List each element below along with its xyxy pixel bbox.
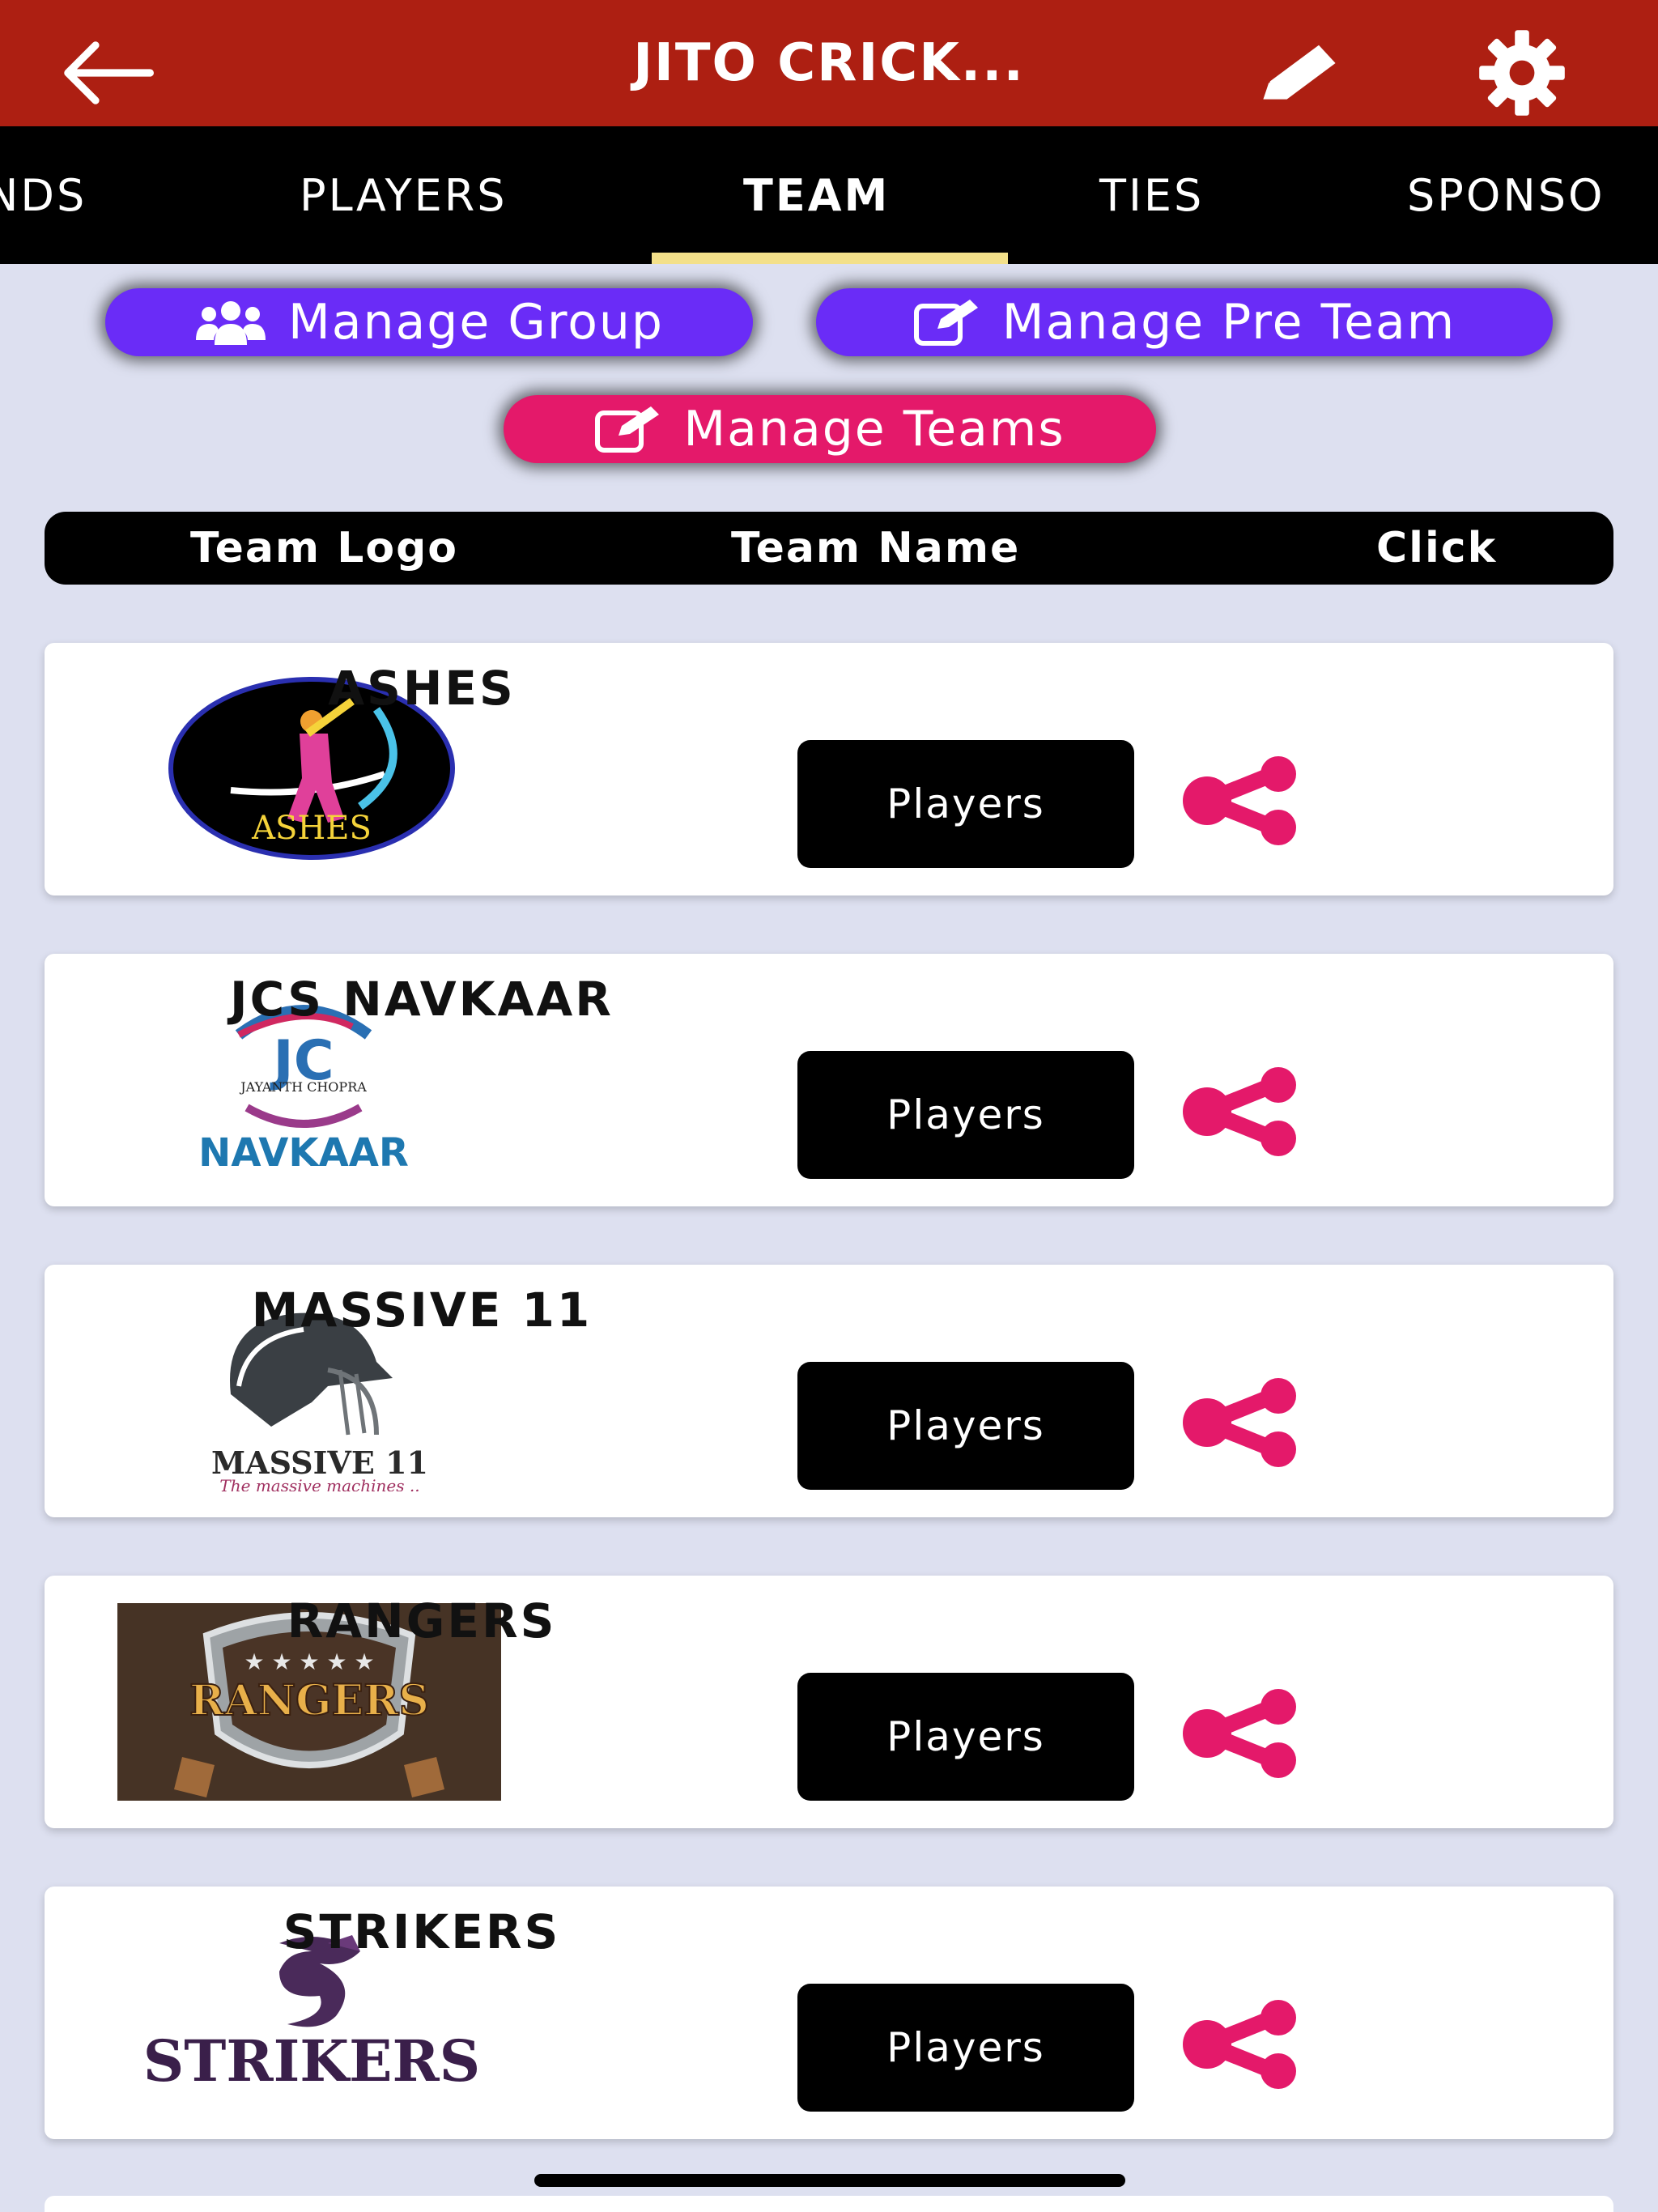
logo-text: ASHES [251, 810, 372, 847]
manage-pre-team-label: Manage Pre Team [1001, 294, 1456, 351]
edit-button[interactable] [1251, 32, 1348, 113]
team-name: ASHES [328, 661, 516, 716]
column-header-click: Click [1376, 524, 1498, 572]
tab-team[interactable]: TEAM [743, 126, 890, 264]
users-icon [195, 301, 266, 345]
team-card: STRIKERS STRIKERS Players [45, 1887, 1613, 2139]
team-name: MASSIVE 11 [251, 1283, 593, 1338]
column-header-logo: Team Logo [190, 524, 459, 572]
share-icon[interactable] [1178, 1378, 1307, 1467]
app-title: JITO CRICK... [633, 33, 1025, 93]
pencil-icon [1263, 45, 1336, 100]
arrow-left-icon [64, 41, 154, 104]
settings-button[interactable] [1473, 30, 1571, 116]
logo-sub: JAYANTH CHOPRA [239, 1079, 367, 1095]
tab-sponsors[interactable]: SPONSO [1407, 126, 1605, 264]
team-name: RANGERS [287, 1593, 557, 1648]
logo-text: NAVKAAR [198, 1130, 409, 1176]
share-icon[interactable] [1178, 1689, 1307, 1778]
team-card: ★ ★ ★ ★ ★ RANGERS RANGERS Players [45, 1576, 1613, 1828]
tab-rounds[interactable]: NDS [0, 126, 87, 264]
team-card: JC JAYANTH CHOPRA NAVKAAR JCS NAVKAAR Pl… [45, 954, 1613, 1206]
share-icon[interactable] [1178, 1067, 1307, 1156]
column-header-name: Team Name [731, 524, 1021, 572]
svg-text:★ ★ ★ ★ ★: ★ ★ ★ ★ ★ [244, 1648, 374, 1675]
edit-square-icon [595, 406, 660, 453]
home-indicator[interactable] [534, 2174, 1125, 2187]
logo-sub: The massive machines .. [219, 1476, 419, 1491]
tab-bar: NDS PLAYERS TEAM TIES SPONSO [0, 126, 1658, 264]
manage-group-button[interactable]: Manage Group [105, 288, 753, 356]
players-button[interactable]: Players [797, 1673, 1134, 1801]
share-icon[interactable] [1178, 756, 1307, 845]
manage-teams-button[interactable]: Manage Teams [504, 395, 1156, 463]
manage-teams-label: Manage Teams [683, 401, 1065, 457]
players-button[interactable]: Players [797, 1051, 1134, 1179]
logo-text: STRIKERS [143, 2027, 480, 2095]
team-card-partial [45, 2196, 1613, 2212]
logo-text: RANGERS [189, 1676, 429, 1725]
team-name: STRIKERS [283, 1904, 561, 1959]
players-button[interactable]: Players [797, 1984, 1134, 2112]
players-button[interactable]: Players [797, 1362, 1134, 1490]
app-header: JITO CRICK... [0, 0, 1658, 126]
active-tab-indicator [652, 253, 1008, 264]
back-button[interactable] [57, 32, 154, 113]
manage-group-label: Manage Group [287, 294, 665, 351]
tab-ties[interactable]: TIES [1099, 126, 1204, 264]
players-button[interactable]: Players [797, 740, 1134, 868]
share-icon[interactable] [1178, 2000, 1307, 2089]
team-card: ASHES ASHES Players [45, 643, 1613, 895]
team-card: MASSIVE 11 The massive machines .. MASSI… [45, 1265, 1613, 1517]
edit-square-icon [913, 300, 978, 346]
team-name: JCS NAVKAAR [230, 972, 614, 1027]
tab-players[interactable]: PLAYERS [300, 126, 508, 264]
gear-icon [1479, 30, 1565, 116]
table-header: Team Logo Team Name Click [45, 512, 1613, 585]
manage-pre-team-button[interactable]: Manage Pre Team [816, 288, 1553, 356]
